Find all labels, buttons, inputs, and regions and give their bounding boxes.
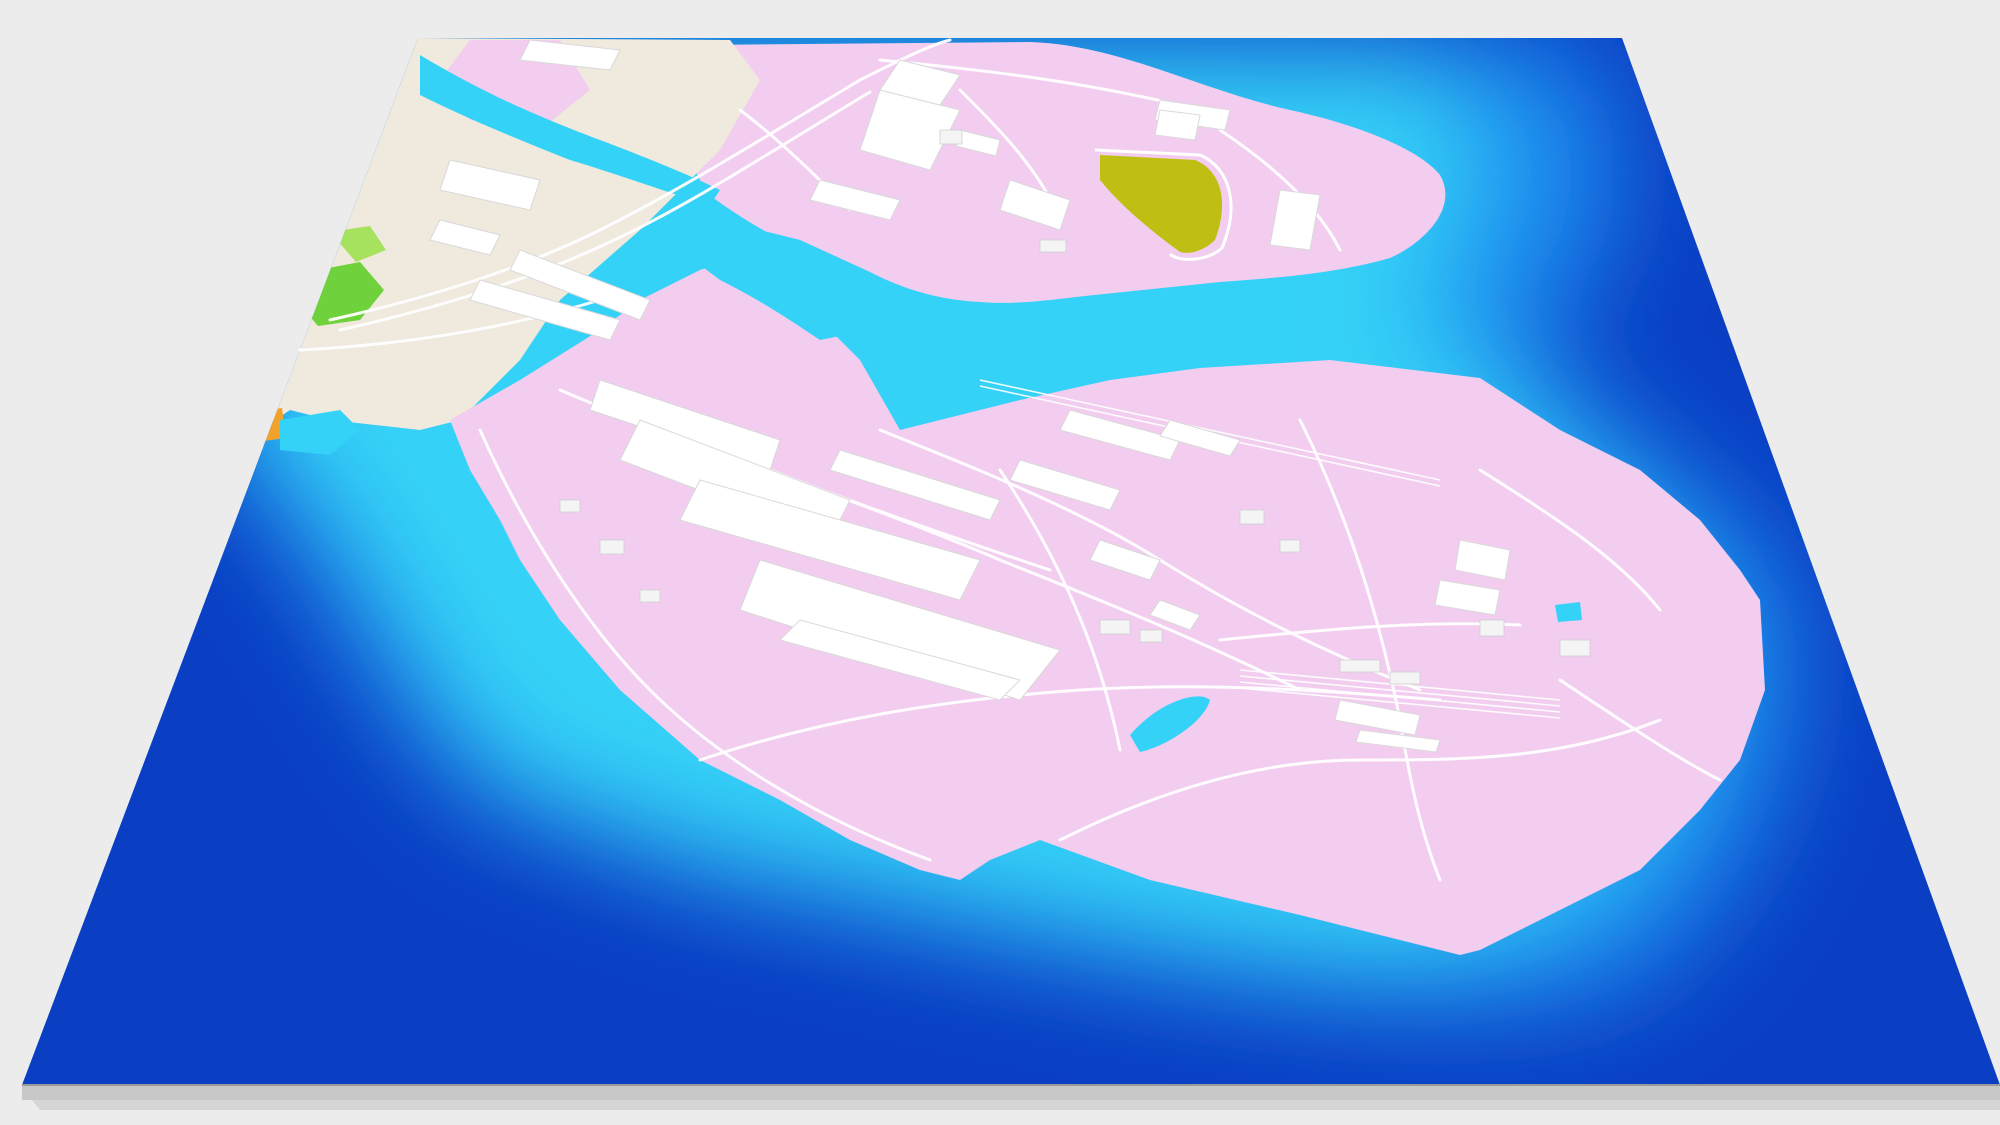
map-scene	[0, 0, 2000, 1125]
slab-side	[22, 1085, 2000, 1100]
small-pond	[1555, 602, 1582, 622]
map-3d-render	[22, 38, 2000, 1110]
